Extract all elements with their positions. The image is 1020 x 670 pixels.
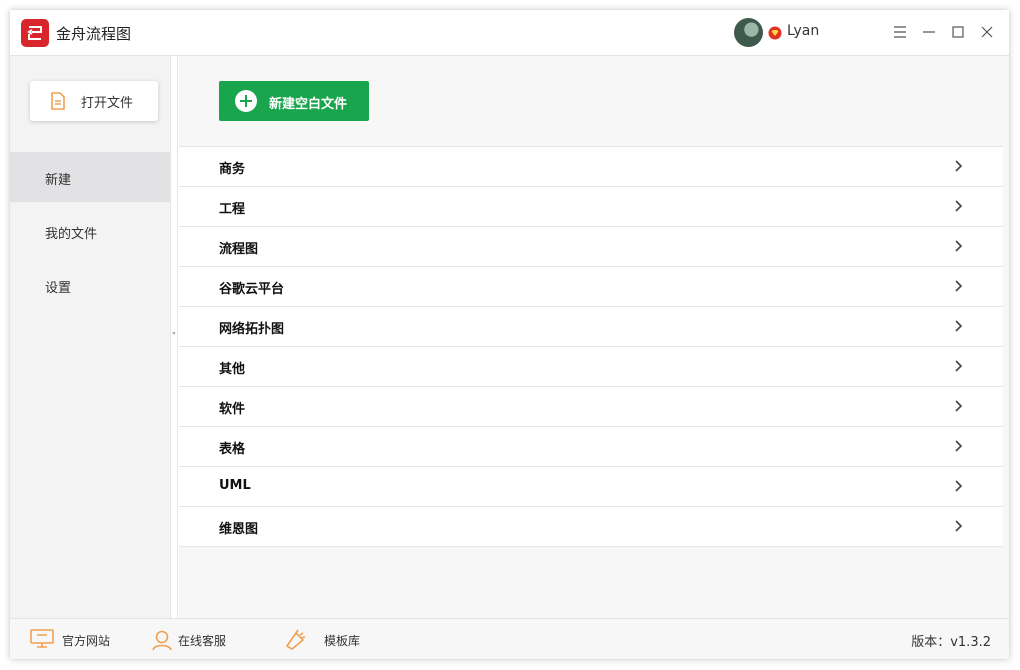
category-label: 软件 bbox=[219, 402, 246, 417]
sidebar-item-new[interactable]: 新建 bbox=[10, 152, 170, 202]
app-logo-icon bbox=[21, 19, 49, 47]
chevron-right-icon bbox=[955, 320, 963, 332]
category-row[interactable]: 流程图 bbox=[179, 227, 1003, 267]
new-blank-file-label: 新建空白文件 bbox=[269, 97, 348, 112]
minimize-icon[interactable] bbox=[919, 22, 939, 42]
template-library-label: 模板库 bbox=[324, 634, 361, 648]
category-list: 商务 工程 流程图 谷歌云平台 网络拓扑图 其他 软件 表格 UML 维恩图 bbox=[179, 146, 1003, 547]
category-label: 网络拓扑图 bbox=[219, 322, 285, 337]
support-agent-icon bbox=[152, 630, 172, 651]
vip-badge-icon bbox=[768, 25, 782, 44]
close-icon[interactable] bbox=[977, 22, 997, 42]
username[interactable]: Lyan bbox=[787, 23, 819, 39]
main-panel: 新建空白文件 商务 工程 流程图 谷歌云平台 网络拓扑图 其他 软件 表格 UM… bbox=[179, 56, 1009, 618]
sidebar: 打开文件 新建 我的文件 设置 bbox=[10, 56, 170, 618]
online-support-label: 在线客服 bbox=[178, 634, 227, 648]
chevron-right-icon bbox=[955, 280, 963, 292]
chevron-right-icon bbox=[955, 200, 963, 212]
file-icon bbox=[51, 92, 65, 110]
online-support-link[interactable]: 在线客服 bbox=[151, 629, 241, 651]
menu-icon[interactable] bbox=[890, 22, 910, 42]
footer-bar: 官方网站 在线客服 模板库 版本：v1.3.2 bbox=[10, 618, 1009, 659]
category-label: 流程图 bbox=[219, 242, 259, 257]
category-row[interactable]: 表格 bbox=[179, 427, 1003, 467]
user-avatar[interactable] bbox=[734, 18, 763, 47]
category-label: 谷歌云平台 bbox=[219, 282, 285, 297]
template-library-link[interactable]: 模板库 bbox=[284, 629, 374, 651]
monitor-icon bbox=[30, 629, 54, 648]
category-row[interactable]: 软件 bbox=[179, 387, 1003, 427]
category-row[interactable]: 维恩图 bbox=[179, 507, 1003, 547]
chevron-right-icon bbox=[955, 240, 963, 252]
sidebar-item-label: 我的文件 bbox=[45, 227, 98, 242]
open-file-button[interactable]: 打开文件 bbox=[30, 81, 158, 121]
new-blank-file-button[interactable]: 新建空白文件 bbox=[219, 81, 369, 121]
category-row[interactable]: 谷歌云平台 bbox=[179, 267, 1003, 307]
chevron-right-icon bbox=[955, 480, 963, 492]
category-row[interactable]: 网络拓扑图 bbox=[179, 307, 1003, 347]
category-row[interactable]: 商务 bbox=[179, 146, 1003, 187]
chevron-right-icon bbox=[955, 360, 963, 372]
app-title: 金舟流程图 bbox=[56, 25, 132, 43]
official-website-link[interactable]: 官方网站 bbox=[30, 629, 120, 651]
sidebar-item-label: 设置 bbox=[45, 281, 72, 296]
title-bar: 金舟流程图 Lyan bbox=[10, 10, 1009, 56]
sidebar-item-settings[interactable]: 设置 bbox=[10, 260, 170, 310]
template-library-icon bbox=[285, 629, 306, 650]
category-row[interactable]: 工程 bbox=[179, 187, 1003, 227]
chevron-right-icon bbox=[955, 160, 963, 172]
category-label: 表格 bbox=[219, 442, 246, 457]
maximize-icon[interactable] bbox=[948, 22, 968, 42]
category-row[interactable]: 其他 bbox=[179, 347, 1003, 387]
version-label: 版本：v1.3.2 bbox=[911, 635, 991, 650]
category-label: 商务 bbox=[219, 162, 246, 177]
chevron-right-icon bbox=[955, 520, 963, 532]
sidebar-item-my-files[interactable]: 我的文件 bbox=[10, 206, 170, 256]
category-label: 工程 bbox=[219, 202, 246, 217]
category-label: UML bbox=[219, 478, 251, 493]
category-label: 其他 bbox=[219, 362, 246, 377]
app-window: 金舟流程图 Lyan 打开文件 新建 我的文件 设置 " 新建空白文件 商务 工… bbox=[10, 10, 1009, 659]
category-row[interactable]: UML bbox=[179, 467, 1003, 507]
category-label: 维恩图 bbox=[219, 522, 259, 537]
chevron-right-icon bbox=[955, 440, 963, 452]
grip-icon: " bbox=[172, 331, 176, 340]
open-file-label: 打开文件 bbox=[81, 96, 134, 111]
chevron-right-icon bbox=[955, 400, 963, 412]
sidebar-splitter[interactable]: " bbox=[170, 56, 178, 618]
sidebar-item-label: 新建 bbox=[45, 173, 72, 188]
plus-icon bbox=[235, 90, 257, 112]
official-website-label: 官方网站 bbox=[62, 634, 111, 648]
